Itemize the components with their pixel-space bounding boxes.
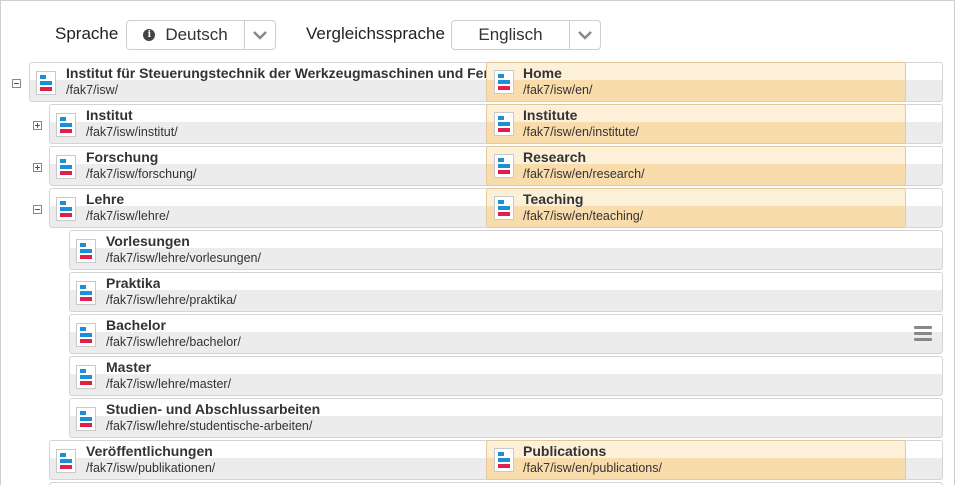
language-toolbar: Sprache i Deutsch Vergleichssprache Engli…: [0, 0, 955, 62]
translation-title: Teaching: [523, 191, 584, 207]
row-path: /fak7/isw/lehre/master/: [106, 377, 232, 391]
page-icon: [76, 323, 96, 347]
row-path: /fak7/isw/lehre/studentische-arbeiten/: [106, 419, 313, 433]
drag-handle-icon[interactable]: [914, 326, 932, 342]
translation-path: /fak7/isw/en/teaching/: [523, 209, 644, 223]
translation-row[interactable]: Research /fak7/isw/en/research/: [486, 146, 906, 186]
row-path: /fak7/isw/lehre/praktika/: [106, 293, 237, 307]
compare-language-select[interactable]: Englisch: [451, 20, 601, 50]
language-select[interactable]: i Deutsch: [126, 20, 276, 50]
collapse-toggle[interactable]: [12, 79, 21, 88]
info-icon: i: [143, 29, 156, 41]
page-icon: [56, 113, 76, 137]
row-title: Institut: [86, 107, 133, 123]
page-icon: [494, 196, 514, 220]
language-label: Sprache: [55, 24, 119, 43]
tree-row[interactable]: Master /fak7/isw/lehre/master/: [69, 356, 943, 396]
row-title: Bachelor: [106, 317, 166, 333]
page-icon: [494, 154, 514, 178]
row-title: Vorlesungen: [106, 233, 190, 249]
page-icon: [36, 71, 56, 95]
tree-row[interactable]: Studien- und Abschlussarbeiten /fak7/isw…: [69, 398, 943, 438]
row-title: Forschung: [86, 149, 159, 165]
row-path: /fak7/isw/: [66, 83, 119, 97]
compare-select-value: Englisch: [478, 25, 543, 44]
collapse-toggle[interactable]: [33, 205, 42, 214]
expand-toggle[interactable]: [33, 163, 42, 172]
row-title: Studien- und Abschlussarbeiten: [106, 401, 321, 417]
page-icon: [494, 70, 514, 94]
expand-toggle[interactable]: [33, 121, 42, 130]
tree-row[interactable]: Praktika /fak7/isw/lehre/praktika/: [69, 272, 943, 312]
page-icon: [76, 281, 96, 305]
chevron-down-icon[interactable]: [244, 21, 275, 49]
row-title: Master: [106, 359, 152, 375]
chevron-down-icon[interactable]: [569, 21, 600, 49]
page-icon: [56, 197, 76, 221]
page-icon: [56, 449, 76, 473]
page-icon: [76, 239, 96, 263]
translation-path: /fak7/isw/en/: [523, 83, 593, 97]
translation-row[interactable]: Home /fak7/isw/en/: [486, 62, 906, 102]
row-path: /fak7/isw/lehre/: [86, 209, 170, 223]
row-path: /fak7/isw/publikationen/: [86, 461, 216, 475]
page-icon: [494, 448, 514, 472]
translation-title: Institute: [523, 107, 578, 123]
tree-row[interactable]: Vorlesungen /fak7/isw/lehre/vorlesungen/: [69, 230, 943, 270]
page-icon: [494, 112, 514, 136]
translation-path: /fak7/isw/en/research/: [523, 167, 645, 181]
page-icon: [76, 407, 96, 431]
tree-row[interactable]: Bachelor /fak7/isw/lehre/bachelor/: [69, 314, 943, 354]
translation-title: Research: [523, 149, 587, 165]
row-path: /fak7/isw/lehre/bachelor/: [106, 335, 241, 349]
row-title: Lehre: [86, 191, 125, 207]
row-path: /fak7/isw/institut/: [86, 125, 178, 139]
translation-row[interactable]: Publications /fak7/isw/en/publications/: [486, 440, 906, 480]
translation-title: Publications: [523, 443, 607, 459]
translation-title: Home: [523, 65, 562, 81]
translation-path: /fak7/isw/en/publications/: [523, 461, 662, 475]
row-title: Institut für Steuerungstechnik der Werkz…: [66, 65, 486, 81]
row-title: Veröffentlichungen: [86, 443, 213, 459]
page-icon: [56, 155, 76, 179]
row-path: /fak7/isw/forschung/: [86, 167, 197, 181]
compare-language-label: Vergleichssprache: [306, 24, 445, 43]
page-icon: [76, 365, 96, 389]
row-path: /fak7/isw/lehre/vorlesungen/: [106, 251, 261, 265]
language-select-value: Deutsch: [165, 25, 228, 44]
row-title: Praktika: [106, 275, 161, 291]
translation-row[interactable]: Teaching /fak7/isw/en/teaching/: [486, 188, 906, 228]
translation-row[interactable]: Institute /fak7/isw/en/institute/: [486, 104, 906, 144]
translation-path: /fak7/isw/en/institute/: [523, 125, 640, 139]
